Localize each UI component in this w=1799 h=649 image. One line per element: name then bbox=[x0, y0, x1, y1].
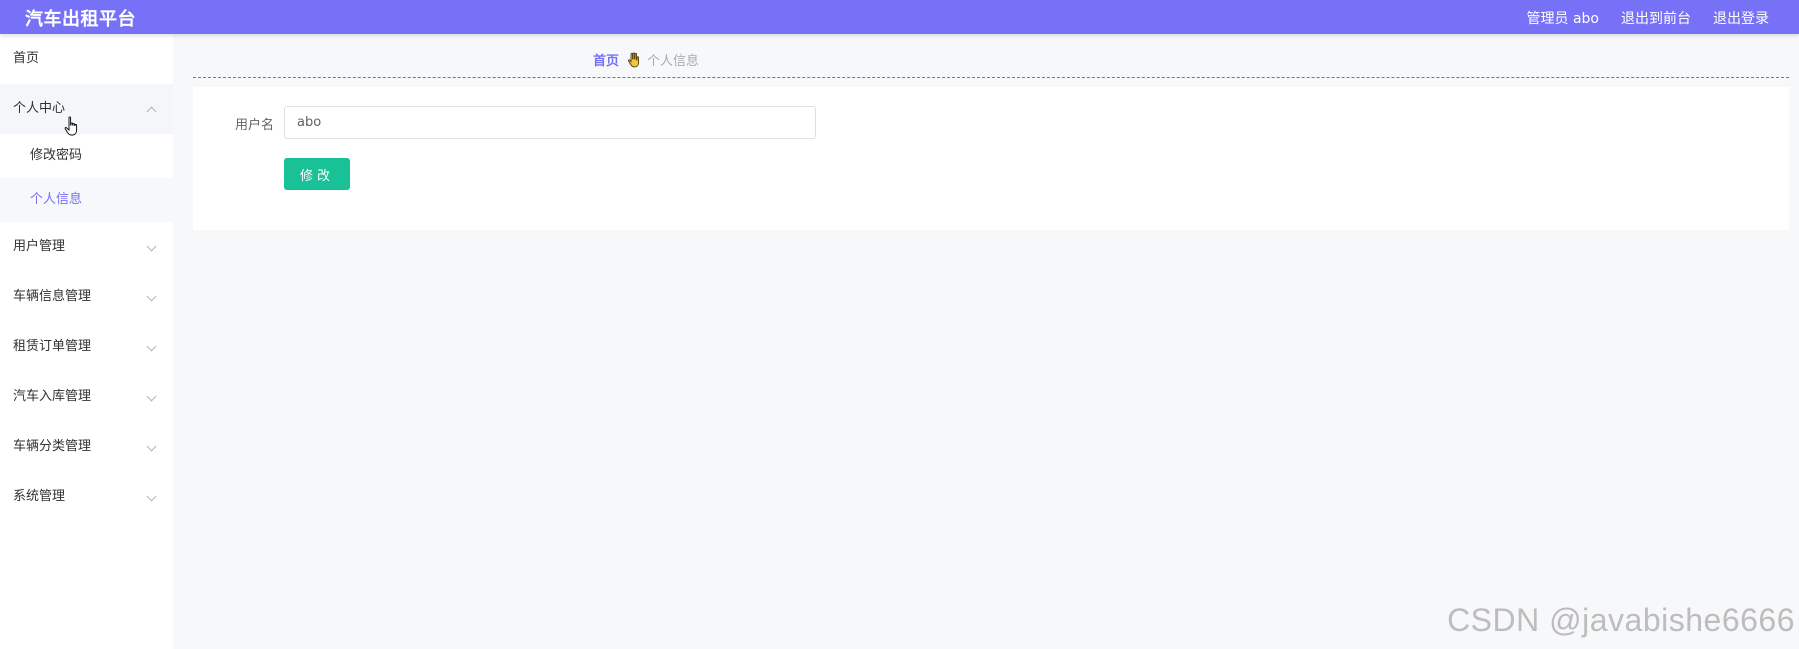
chevron-down-icon bbox=[146, 441, 157, 452]
username-label: 用户名 bbox=[235, 118, 275, 133]
chevron-down-icon bbox=[146, 241, 157, 252]
sidebar-item-vehicle-stock-in[interactable]: 汽车入库管理 bbox=[0, 372, 173, 422]
watermark: CSDN @javabishe6666 bbox=[1447, 602, 1795, 638]
sidebar-item-vehicle-info[interactable]: 车辆信息管理 bbox=[0, 272, 173, 322]
sidebar: 首页 个人中心 修改密码 个人信息 用户管理 车辆信息管理 租赁订单管理 汽车入… bbox=[0, 34, 173, 649]
breadcrumb-home-link[interactable]: 首页 bbox=[593, 50, 619, 69]
sidebar-item-vehicle-category[interactable]: 车辆分类管理 bbox=[0, 422, 173, 472]
logout-link[interactable]: 退出登录 bbox=[1713, 8, 1769, 28]
sidebar-item-label: 租赁订单管理 bbox=[13, 339, 92, 354]
username-input[interactable] bbox=[284, 106, 816, 139]
chevron-down-icon bbox=[146, 491, 157, 502]
sidebar-item-system[interactable]: 系统管理 bbox=[0, 472, 173, 522]
sidebar-item-label: 系统管理 bbox=[13, 489, 66, 504]
sidebar-item-label: 车辆分类管理 bbox=[13, 439, 92, 454]
sidebar-item-home[interactable]: 首页 bbox=[0, 34, 173, 84]
admin-user-label: 管理员 abo bbox=[1526, 11, 1599, 27]
sidebar-item-rental-orders[interactable]: 租赁订单管理 bbox=[0, 322, 173, 372]
chevron-up-icon bbox=[146, 106, 157, 117]
sidebar-subitem-change-password[interactable]: 修改密码 bbox=[0, 134, 173, 178]
sidebar-item-label: 用户管理 bbox=[13, 239, 66, 254]
top-links: 管理员 abo 退出到前台 退出登录 bbox=[1527, 8, 1769, 28]
top-bar: 汽车出租平台 管理员 abo 退出到前台 退出登录 bbox=[0, 0, 1799, 34]
sidebar-item-label: 汽车入库管理 bbox=[13, 389, 92, 404]
update-button[interactable]: 修改 bbox=[284, 158, 350, 190]
breadcrumb-current: 个人信息 bbox=[647, 54, 700, 69]
mouse-pointer-hand-icon bbox=[64, 116, 78, 136]
exit-to-front-link[interactable]: 退出到前台 bbox=[1621, 8, 1691, 28]
sidebar-item-user-management[interactable]: 用户管理 bbox=[0, 222, 173, 272]
sidebar-item-personal-center[interactable]: 个人中心 bbox=[0, 84, 173, 134]
chevron-down-icon bbox=[146, 291, 157, 302]
breadcrumb: 首页 个人信息 bbox=[193, 34, 1789, 78]
sidebar-item-label: 车辆信息管理 bbox=[13, 289, 92, 304]
hand-icon bbox=[628, 51, 640, 67]
profile-form-panel: 用户名 修改 bbox=[193, 87, 1789, 230]
sidebar-subitem-personal-info[interactable]: 个人信息 bbox=[0, 178, 173, 222]
breadcrumb-items: 首页 个人信息 bbox=[593, 50, 699, 69]
chevron-down-icon bbox=[146, 341, 157, 352]
app-title: 汽车出租平台 bbox=[25, 9, 136, 30]
chevron-down-icon bbox=[146, 391, 157, 402]
sidebar-item-label: 个人中心 bbox=[13, 101, 66, 116]
